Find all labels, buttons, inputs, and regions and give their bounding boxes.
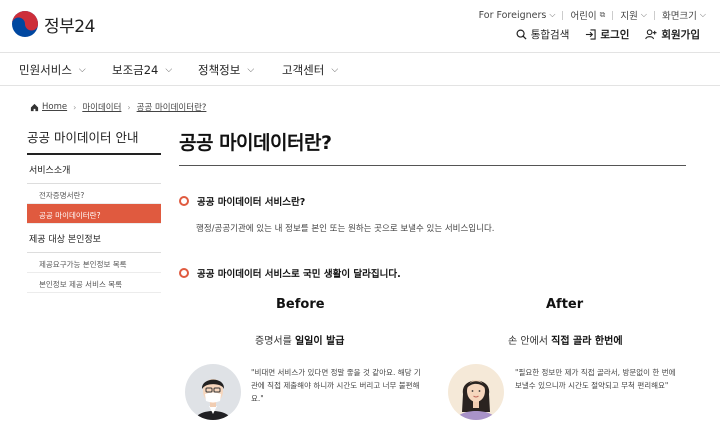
before-subtitle-bold: 일일이 발급 [294,336,345,347]
sidebar-title: 공공 마이데이터 안내 [27,127,161,155]
bullet-circle-icon [179,196,189,206]
sidebar-section-service-intro[interactable]: 서비스소개 [27,155,161,184]
header: 정부24 For Foreigners ⌵ 어린이 ⧉ 지원 ⌵ 화면크기 ⌵ … [0,0,720,52]
chevron-down-icon: ⌵ [247,65,255,75]
question-heading: 공공 마이데이터 서비스란? [179,194,305,208]
after-subtitle-bold: 직접 골라 한번에 [551,336,623,347]
external-link-icon: ⧉ [599,10,606,19]
kids-label: 어린이 [570,11,597,22]
before-subtitle: 증명서를 일일이 발급 [255,332,344,347]
nav-item-label: 고객센터 [282,63,325,77]
question-text: 공공 마이데이터 서비스란? [197,197,306,208]
page-title: 공공 마이데이터란? [179,128,686,166]
login-label: 로그인 [600,29,630,41]
avatar-woman [448,364,504,420]
after-subtitle: 손 안에서 직접 골라 한번에 [508,332,623,347]
add-user-icon [645,29,657,40]
chevron-down-icon: ⌵ [640,10,647,19]
screen-size-menu[interactable]: 화면크기 ⌵ [662,8,706,22]
bullet-circle-icon [179,268,189,278]
search-icon [516,29,527,40]
sidebar-item-requestable-info-list[interactable]: 제공요구가능 본인정보 목록 [27,253,161,273]
before-quote: "비대면 서비스가 있다면 정말 좋을 것 같아요. 해당 기관에 직접 제출해… [251,368,421,403]
login-button[interactable]: 로그인 [585,27,629,42]
main-nav: 민원서비스 ⌵ 보조금24 ⌵ 정책정보 ⌵ 고객센터 ⌵ [0,52,720,86]
sidebar: 공공 마이데이터 안내 서비스소개 전자증명서란? 공공 마이데이터란? 제공 … [27,127,161,293]
chevron-down-icon: ⌵ [165,65,173,75]
signup-button[interactable]: 회원가입 [645,27,700,42]
nav-item-policy[interactable]: 정책정보 ⌵ [198,62,254,78]
site-logo[interactable]: 정부24 [11,10,95,38]
nav-item-label: 민원서비스 [19,63,72,77]
breadcrumb: Home › 마이데이터 › 공공 마이데이터란? [30,101,206,113]
signup-label: 회원가입 [661,29,700,41]
person-man-icon [185,364,241,420]
nav-item-label: 보조금24 [112,63,159,77]
divider [653,10,655,20]
kids-link[interactable]: 어린이 ⧉ [570,8,605,22]
login-icon [586,29,597,40]
header-actions: 통합검색 로그인 회원가입 [516,27,700,42]
breadcrumb-mydata[interactable]: 마이데이터 [82,101,121,113]
person-woman-icon [448,364,504,420]
question-heading: 공공 마이데이터 서비스로 국민 생활이 달라집니다. [179,266,401,280]
sidebar-item-e-certificate[interactable]: 전자증명서란? [27,184,161,204]
divider [612,10,614,20]
sidebar-section-personal-info[interactable]: 제공 대상 본인정보 [27,224,161,253]
nav-item-customer-center[interactable]: 고객센터 ⌵ [282,62,338,78]
support-label: 지원 [620,11,638,22]
after-subtitle-plain: 손 안에서 [508,336,552,347]
logo-text: 정부24 [44,16,95,37]
for-foreigners-label: For Foreigners [478,9,547,21]
nav-item-label: 정책정보 [198,63,241,77]
sidebar-item-public-mydata[interactable]: 공공 마이데이터란? [27,204,161,224]
sidebar-item-info-service-list[interactable]: 본인정보 제공 서비스 목록 [27,273,161,293]
chevron-right-icon: › [73,102,77,112]
breadcrumb-current[interactable]: 공공 마이데이터란? [137,101,207,113]
before-subtitle-plain: 증명서를 [255,336,295,347]
for-foreigners-menu[interactable]: For Foreigners ⌵ [479,10,556,21]
chevron-down-icon: ⌵ [78,65,86,75]
chevron-right-icon: › [127,102,131,112]
taegeuk-logo-icon [12,11,38,37]
before-heading: Before [276,297,325,312]
home-icon [30,103,39,111]
nav-item-civil-service[interactable]: 민원서비스 ⌵ [19,62,86,78]
utility-menu: For Foreigners ⌵ 어린이 ⧉ 지원 ⌵ 화면크기 ⌵ [479,8,706,23]
breadcrumb-home[interactable]: Home [42,102,67,112]
search-label: 통합검색 [530,29,570,41]
after-heading: After [546,297,584,312]
screen-size-label: 화면크기 [661,11,697,22]
divider [562,10,564,20]
question-text: 공공 마이데이터 서비스로 국민 생활이 달라집니다. [197,269,401,280]
avatar-man-masked [185,364,241,420]
support-menu[interactable]: 지원 ⌵ [620,8,647,22]
answer-text: 행정/공공기관에 있는 내 정보를 본인 또는 원하는 곳으로 보낼수 있는 서… [196,224,495,234]
chevron-down-icon: ⌵ [549,10,556,19]
after-quote: "필요한 정보만 제가 직접 골라서, 방문없이 한 번에 보낼수 있으니까 시… [515,368,676,390]
chevron-down-icon: ⌵ [331,65,339,75]
chevron-down-icon: ⌵ [699,10,706,19]
nav-item-subsidy[interactable]: 보조금24 ⌵ [112,62,172,78]
search-button[interactable]: 통합검색 [516,27,570,42]
